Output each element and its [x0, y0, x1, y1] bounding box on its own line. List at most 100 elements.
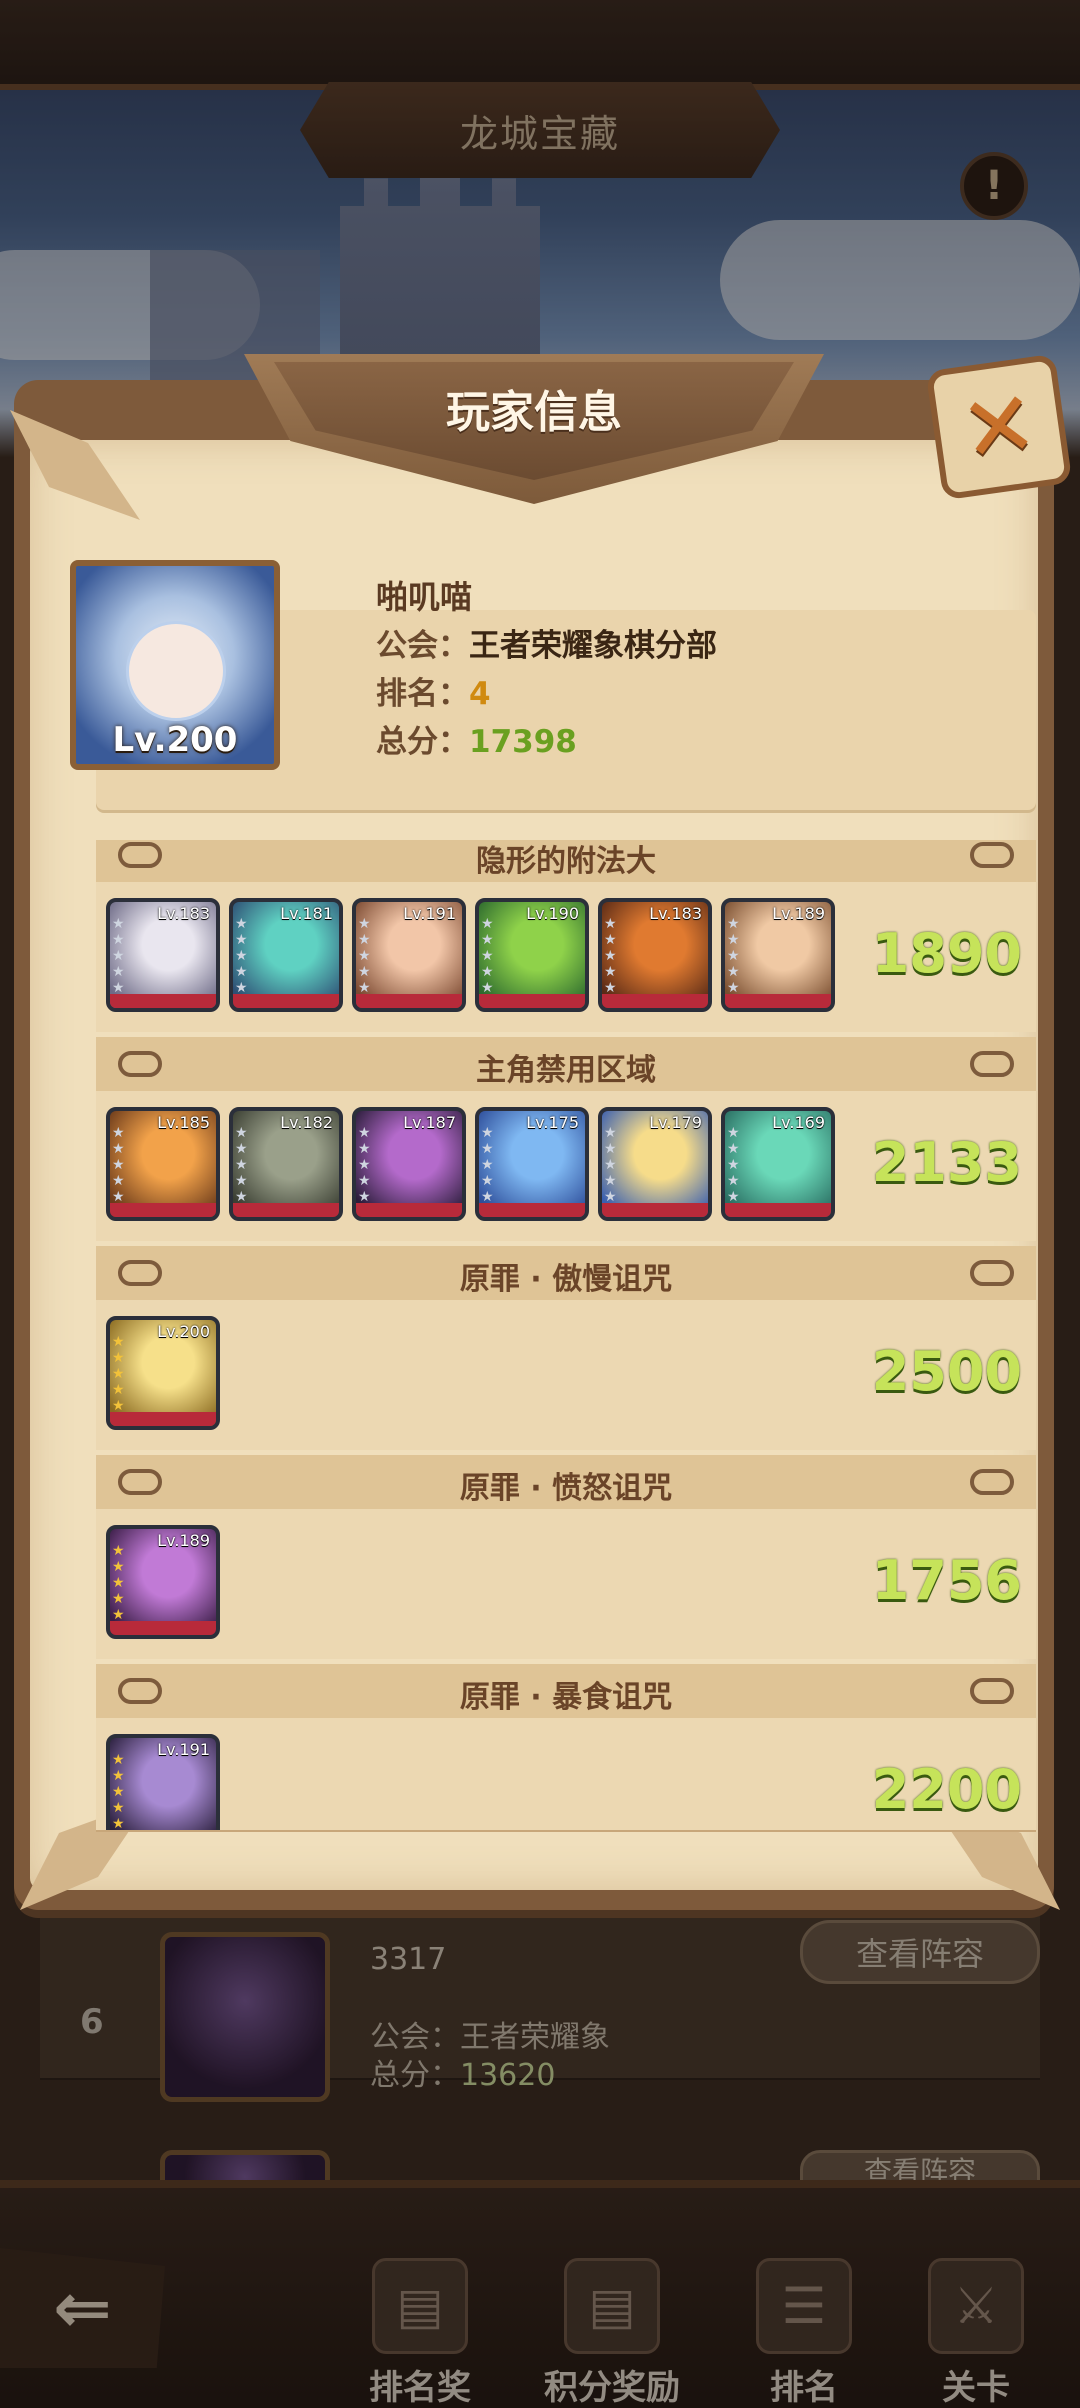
hero-frame-bar [479, 994, 585, 1008]
star-rating-icon: ★★★★★ [235, 1125, 248, 1205]
hero-portrait[interactable]: ★★★★★ Lv.169 [721, 1107, 835, 1221]
team-row: ★★★★★ Lv.183 ★★★★★ Lv.181 ★★★★★ Lv.191 ★★★★★ Lv… [96, 882, 1036, 1032]
team-header: 主角禁用区域 [96, 1037, 1036, 1091]
team-row: ★★★★★ Lv.200 2500 [96, 1300, 1036, 1450]
star-rating-icon: ★★★★★ [112, 1125, 125, 1205]
hero-level: Lv.169 [772, 1113, 825, 1132]
team-score: 2200 [871, 1758, 1022, 1821]
score-line: 总分：17398 [376, 716, 577, 761]
hero-level: Lv.187 [403, 1113, 456, 1132]
team-block: 原罪 · 傲慢诅咒 ★★★★★ Lv.200 2500 [96, 1246, 1036, 1450]
corner-ornament [10, 410, 140, 520]
hero-frame-bar [110, 1621, 216, 1635]
hero-frame-bar [110, 1412, 216, 1426]
hero-portrait[interactable]: ★★★★★ Lv.181 [229, 898, 343, 1012]
hero-portrait[interactable]: ★★★★★ Lv.189 [721, 898, 835, 1012]
hero-level: Lv.183 [649, 904, 702, 923]
team-block: 原罪 · 愤怒诅咒 ★★★★★ Lv.189 1756 [96, 1455, 1036, 1659]
hero-frame-bar [110, 1203, 216, 1217]
hero-portrait[interactable]: ★★★★★ Lv.200 [106, 1316, 220, 1430]
ornament-icon [970, 1051, 1014, 1077]
guild-name: 王者荣耀象棋分部 [469, 628, 717, 664]
team-row: ★★★★★ Lv.191 2200 [96, 1718, 1036, 1830]
player-level: Lv.200 [112, 720, 238, 760]
hero-frame-bar [356, 994, 462, 1008]
star-rating-icon: ★★★★★ [727, 1125, 740, 1205]
close-icon: ✕ [954, 369, 1044, 485]
team-list: 隐形的附法大 ★★★★★ Lv.183 ★★★★★ Lv.181 ★★★★★ Lv.191 ★… [96, 840, 1036, 1830]
hero-portrait[interactable]: ★★★★★ Lv.182 [229, 1107, 343, 1221]
team-block: 原罪 · 暴食诅咒 ★★★★★ Lv.191 2200 [96, 1664, 1036, 1830]
guild-line: 公会：王者荣耀象棋分部 [376, 620, 717, 665]
hero-portrait[interactable]: ★★★★★ Lv.190 [475, 898, 589, 1012]
star-rating-icon: ★★★★★ [112, 1752, 125, 1830]
star-rating-icon: ★★★★★ [481, 916, 494, 996]
star-rating-icon: ★★★★★ [604, 916, 617, 996]
rank-label: 排名： [376, 676, 469, 712]
hero-level: Lv.189 [157, 1531, 210, 1550]
hero-frame-bar [110, 994, 216, 1008]
star-rating-icon: ★★★★★ [112, 1334, 125, 1414]
team-block: 隐形的附法大 ★★★★★ Lv.183 ★★★★★ Lv.181 ★★★★★ Lv.191 ★… [96, 840, 1036, 1032]
ornament-icon [970, 1469, 1014, 1495]
player-avatar: Lv.200 [70, 560, 280, 770]
team-score: 2500 [871, 1340, 1022, 1403]
close-button[interactable]: ✕ [925, 353, 1073, 501]
avatar-face [126, 621, 226, 721]
hero-frame-bar [356, 1203, 462, 1217]
hero-portrait[interactable]: ★★★★★ Lv.187 [352, 1107, 466, 1221]
team-title: 原罪 · 愤怒诅咒 [459, 1471, 673, 1506]
hero-portrait[interactable]: ★★★★★ Lv.183 [106, 898, 220, 1012]
hero-level: Lv.185 [157, 1113, 210, 1132]
team-title: 原罪 · 傲慢诅咒 [459, 1262, 673, 1297]
hero-frame-bar [602, 994, 708, 1008]
hero-portrait[interactable]: ★★★★★ Lv.191 [106, 1734, 220, 1830]
hero-frame-bar [479, 1203, 585, 1217]
score-value: 17398 [469, 724, 577, 760]
hero-level: Lv.182 [280, 1113, 333, 1132]
ornament-icon [970, 1260, 1014, 1286]
hero-level: Lv.191 [403, 904, 456, 923]
hero-portrait[interactable]: ★★★★★ Lv.185 [106, 1107, 220, 1221]
hero-level: Lv.179 [649, 1113, 702, 1132]
ornament-icon [970, 842, 1014, 868]
hero-level: Lv.175 [526, 1113, 579, 1132]
hero-level: Lv.200 [157, 1322, 210, 1341]
hero-portrait[interactable]: ★★★★★ Lv.175 [475, 1107, 589, 1221]
hero-level: Lv.190 [526, 904, 579, 923]
hero-level: Lv.191 [157, 1740, 210, 1759]
team-header: 隐形的附法大 [96, 840, 1036, 882]
team-header: 原罪 · 愤怒诅咒 [96, 1455, 1036, 1509]
rank-value: 4 [469, 676, 491, 712]
hero-level: Lv.183 [157, 904, 210, 923]
hero-frame-bar [602, 1203, 708, 1217]
guild-label: 公会： [376, 628, 469, 664]
hero-frame-bar [233, 1203, 339, 1217]
player-info-modal: 隐形的附法大 ★★★★★ Lv.183 ★★★★★ Lv.181 ★★★★★ Lv.191 ★… [10, 353, 1073, 1910]
star-rating-icon: ★★★★★ [358, 916, 371, 996]
team-header: 原罪 · 暴食诅咒 [96, 1664, 1036, 1718]
hero-portrait[interactable]: ★★★★★ Lv.189 [106, 1525, 220, 1639]
modal-title: 玩家信息 [446, 387, 622, 438]
score-label: 总分： [376, 724, 469, 760]
hero-frame-bar [725, 994, 831, 1008]
star-rating-icon: ★★★★★ [604, 1125, 617, 1205]
team-row: ★★★★★ Lv.185 ★★★★★ Lv.182 ★★★★★ Lv.187 ★★★★★ Lv… [96, 1091, 1036, 1241]
hero-frame-bar [233, 994, 339, 1008]
team-header: 原罪 · 傲慢诅咒 [96, 1246, 1036, 1300]
team-score: 1756 [871, 1549, 1022, 1612]
team-block: 主角禁用区域 ★★★★★ Lv.185 ★★★★★ Lv.182 ★★★★★ Lv.187 ★… [96, 1037, 1036, 1241]
team-score: 1890 [871, 922, 1022, 985]
hero-frame-bar [725, 1203, 831, 1217]
star-rating-icon: ★★★★★ [481, 1125, 494, 1205]
hero-portrait[interactable]: ★★★★★ Lv.191 [352, 898, 466, 1012]
player-name: 啪叽喵 [376, 578, 473, 616]
team-title: 原罪 · 暴食诅咒 [459, 1680, 673, 1715]
hero-portrait[interactable]: ★★★★★ Lv.179 [598, 1107, 712, 1221]
star-rating-icon: ★★★★★ [727, 916, 740, 996]
team-title: 隐形的附法大 [476, 844, 656, 879]
ornament-icon [970, 1678, 1014, 1704]
hero-level: Lv.189 [772, 904, 825, 923]
hero-portrait[interactable]: ★★★★★ Lv.183 [598, 898, 712, 1012]
team-title: 主角禁用区域 [476, 1053, 656, 1088]
